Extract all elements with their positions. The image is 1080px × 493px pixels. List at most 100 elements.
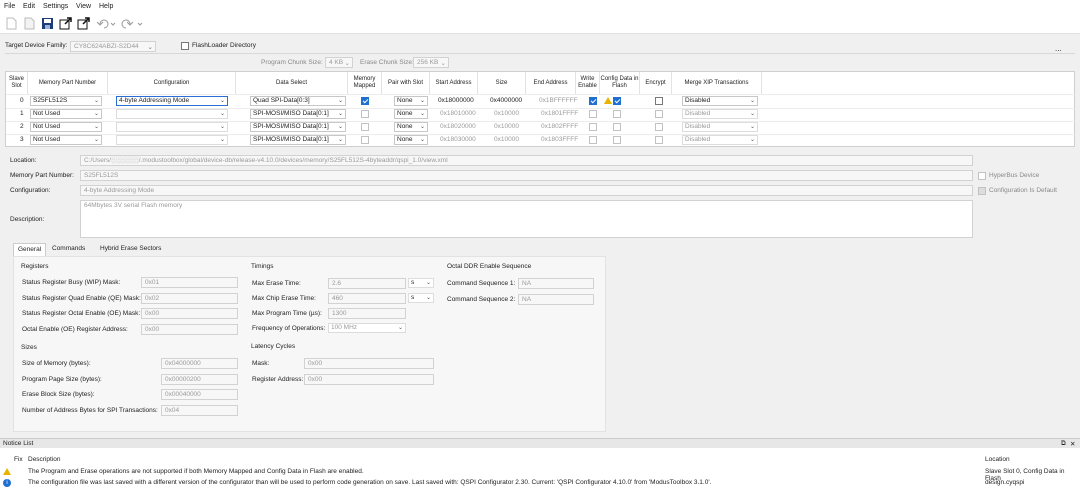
- size-addr-bytes-label: Number of Address Bytes for SPI Transact…: [22, 407, 158, 414]
- data-select[interactable]: SPI-MOSI/MISO Data[0:1] ⌄: [250, 109, 346, 119]
- data-select[interactable]: SPI-MOSI/MISO Data[0:1] ⌄: [250, 122, 346, 132]
- save-icon[interactable]: [41, 17, 54, 30]
- encrypt-checkbox[interactable]: [655, 97, 663, 105]
- latency-register-label: Register Address:: [252, 376, 304, 383]
- start-address[interactable]: 0x18020000: [440, 123, 476, 130]
- pair-slot-select[interactable]: None ⌄: [394, 135, 428, 145]
- description-field[interactable]: 64Mbytes 3V serial Flash memory: [80, 200, 973, 238]
- config-flash-checkbox[interactable]: [613, 97, 621, 105]
- reg-busy-field[interactable]: 0x01: [141, 277, 238, 288]
- latency-mask-field[interactable]: 0x00: [304, 358, 434, 369]
- configuration-select[interactable]: ⌄: [116, 135, 228, 145]
- configuration-select[interactable]: 4-byte Addressing Mode ⌄: [116, 96, 228, 106]
- memory-part-select[interactable]: Not Used ⌄: [30, 109, 102, 119]
- max-program-time-field[interactable]: 1300: [328, 308, 406, 319]
- location-field[interactable]: C:/Users/░░░░░░/.modustoolbox/global/dev…: [80, 155, 973, 166]
- start-address[interactable]: 0x18030000: [440, 136, 476, 143]
- redo-icon[interactable]: [120, 17, 144, 30]
- max-erase-time-field[interactable]: 2.6: [328, 278, 406, 289]
- merge-xip-select[interactable]: Disabled ⌄: [682, 122, 758, 132]
- config-default-checkbox[interactable]: [978, 187, 986, 195]
- size-value[interactable]: 0x10000: [494, 136, 519, 143]
- size-erase-field[interactable]: 0x00040000: [161, 389, 238, 400]
- cmd-seq-1-field[interactable]: NA: [518, 278, 594, 289]
- memory-part-field[interactable]: S25FL512S: [80, 170, 973, 181]
- configuration-select[interactable]: ⌄: [116, 122, 228, 132]
- notice-description: The Program and Erase operations are not…: [28, 468, 364, 475]
- tab-general[interactable]: General: [13, 243, 47, 256]
- encrypt-checkbox[interactable]: [655, 110, 663, 118]
- start-address[interactable]: 0x18000000: [438, 97, 474, 104]
- size-value[interactable]: 0x4000000: [490, 97, 522, 104]
- data-select[interactable]: SPI-MOSI/MISO Data[0:1] ⌄: [250, 135, 346, 145]
- erase-chunk-select[interactable]: 256 KB ⌄: [413, 57, 449, 68]
- col-start-address: Start Address: [430, 72, 478, 94]
- size-addr-bytes-field[interactable]: 0x04: [161, 405, 238, 416]
- hyperbus-checkbox[interactable]: [978, 172, 986, 180]
- undo-icon[interactable]: [96, 17, 116, 30]
- divider: [5, 53, 1075, 54]
- size-value[interactable]: 0x10000: [494, 110, 519, 117]
- notice-row[interactable]: The Program and Erase operations are not…: [0, 467, 1080, 482]
- menu-file[interactable]: File: [4, 3, 15, 10]
- tab-commands[interactable]: Commands: [48, 243, 89, 256]
- export-alt-icon[interactable]: [77, 17, 90, 30]
- close-icon[interactable]: ✕: [1070, 440, 1075, 448]
- data-select[interactable]: Quad SPI-Data[0:3] ⌄: [250, 96, 346, 106]
- tab-hybrid-erase-sectors[interactable]: Hybrid Erase Sectors: [96, 243, 165, 256]
- write-enable-checkbox[interactable]: [589, 123, 597, 131]
- configuration-field[interactable]: 4-byte Addressing Mode: [80, 185, 973, 196]
- target-family-label: Target Device Family:: [5, 42, 68, 49]
- frequency-select[interactable]: 100 MHz ⌄: [328, 323, 406, 333]
- menu-help[interactable]: Help: [99, 3, 113, 10]
- write-enable-checkbox[interactable]: [589, 136, 597, 144]
- merge-xip-select[interactable]: Disabled ⌄: [682, 135, 758, 145]
- memory-part-select[interactable]: Not Used ⌄: [30, 122, 102, 132]
- encrypt-checkbox[interactable]: [655, 136, 663, 144]
- max-chip-erase-field[interactable]: 460: [328, 293, 406, 304]
- float-icon[interactable]: ⧉: [1061, 440, 1066, 448]
- memory-mapped-checkbox[interactable]: [361, 97, 369, 105]
- size-page-field[interactable]: 0x00000200: [161, 374, 238, 385]
- reg-oe-field[interactable]: 0x00: [141, 308, 238, 319]
- new-icon[interactable]: [5, 17, 18, 30]
- memory-mapped-checkbox[interactable]: [361, 123, 369, 131]
- reg-oe-addr-field[interactable]: 0x00: [141, 324, 238, 335]
- config-flash-checkbox[interactable]: [613, 123, 621, 131]
- flashloader-checkbox[interactable]: [181, 42, 189, 50]
- size-memory-field[interactable]: 0x04000000: [161, 358, 238, 369]
- config-flash-checkbox[interactable]: [613, 110, 621, 118]
- menu-settings[interactable]: Settings: [43, 3, 68, 10]
- export-icon[interactable]: [59, 17, 72, 30]
- latency-register-field[interactable]: 0x00: [304, 374, 434, 385]
- merge-xip-select[interactable]: Disabled ⌄: [682, 96, 758, 106]
- open-icon[interactable]: [23, 17, 36, 30]
- config-flash-checkbox[interactable]: [613, 136, 621, 144]
- encrypt-checkbox[interactable]: [655, 123, 663, 131]
- chip-erase-unit-select[interactable]: s ⌄: [408, 293, 434, 303]
- write-enable-checkbox[interactable]: [589, 97, 597, 105]
- pair-slot-select[interactable]: None ⌄: [394, 109, 428, 119]
- reg-qe-field[interactable]: 0x02: [141, 293, 238, 304]
- warning-icon: [3, 468, 11, 475]
- memory-mapped-checkbox[interactable]: [361, 110, 369, 118]
- memory-part-select[interactable]: Not Used ⌄: [30, 135, 102, 145]
- size-value[interactable]: 0x10000: [494, 123, 519, 130]
- configuration-select[interactable]: ⌄: [116, 109, 228, 119]
- more-icon[interactable]: ...: [1055, 44, 1062, 53]
- pair-slot-select[interactable]: None ⌄: [394, 96, 428, 106]
- memory-part-select[interactable]: S25FL512S ⌄: [30, 96, 102, 106]
- menu-edit[interactable]: Edit: [23, 3, 35, 10]
- write-enable-checkbox[interactable]: [589, 110, 597, 118]
- merge-xip-select[interactable]: Disabled ⌄: [682, 109, 758, 119]
- program-chunk-select[interactable]: 4 KB ⌄: [325, 57, 353, 68]
- notice-row[interactable]: i The configuration file was last saved …: [0, 478, 1080, 488]
- erase-time-unit-select[interactable]: s ⌄: [408, 278, 434, 288]
- memory-mapped-checkbox[interactable]: [361, 136, 369, 144]
- target-family-select[interactable]: CY8C624ABZI-S2D44 ⌄: [70, 41, 156, 52]
- start-address[interactable]: 0x18010000: [440, 110, 476, 117]
- pair-slot-select[interactable]: None ⌄: [394, 122, 428, 132]
- menu-view[interactable]: View: [76, 3, 91, 10]
- slot-number: 1: [20, 110, 24, 117]
- cmd-seq-2-field[interactable]: NA: [518, 294, 594, 305]
